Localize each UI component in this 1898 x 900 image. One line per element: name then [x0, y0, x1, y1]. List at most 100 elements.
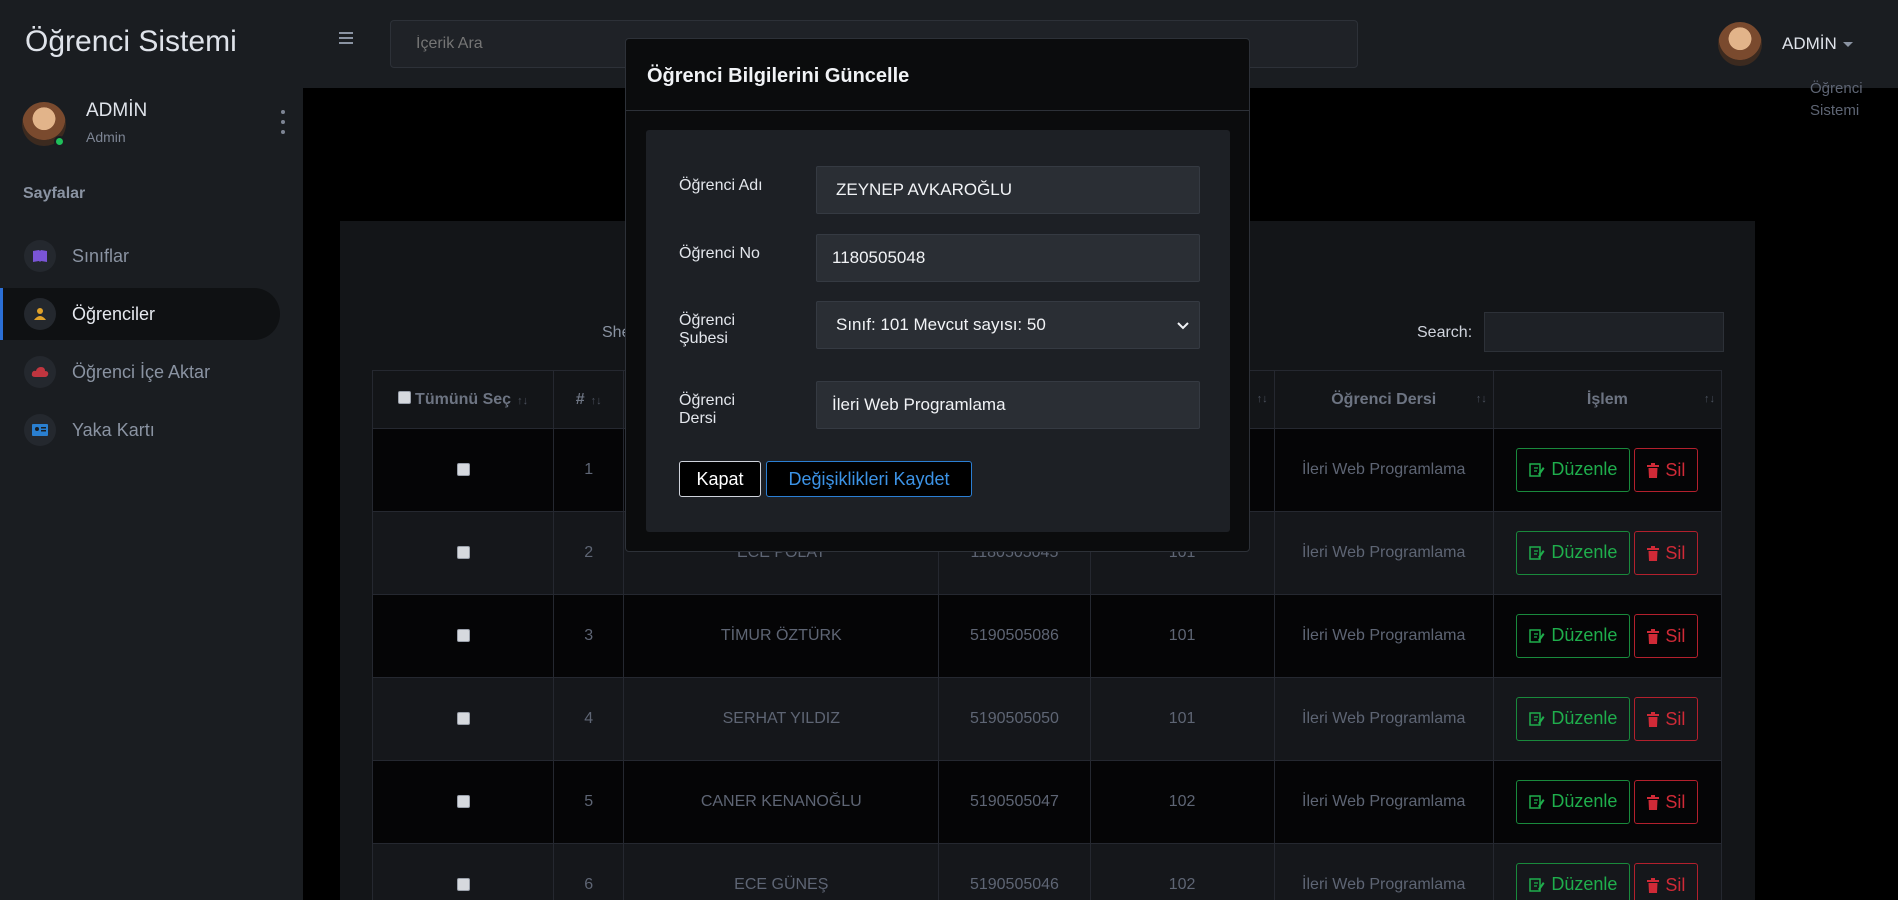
- sidebar-nav: Sınıflar Öğrenciler Öğrenci İçe Aktar Ya…: [0, 230, 303, 462]
- student-name-label: Öğrenci Adı: [679, 177, 763, 194]
- trash-icon: [1647, 628, 1660, 644]
- select-all-checkbox[interactable]: [398, 390, 412, 404]
- delete-button[interactable]: Sil: [1634, 614, 1699, 659]
- edit-button[interactable]: Düzenle: [1516, 447, 1631, 492]
- sidebar-item-badge[interactable]: Yaka Kartı: [0, 404, 280, 456]
- row-select-cell: [371, 677, 555, 761]
- trash-icon: [1647, 462, 1660, 478]
- table-search-input[interactable]: [1484, 312, 1724, 352]
- sidebar-item-label: Sınıflar: [72, 245, 130, 266]
- row-number: 5: [553, 760, 625, 844]
- edit-button[interactable]: Düzenle: [1516, 613, 1631, 658]
- table-row: 5 CANER KENANOĞLU 5190505047 102 İleri Web P…: [371, 760, 1723, 844]
- sort-icon[interactable]: ↑↓: [591, 395, 602, 407]
- row-actions: Düzenle Sil: [1492, 511, 1723, 595]
- sidebar-section-title: Sayfalar: [23, 185, 86, 202]
- row-select-cell: [371, 760, 555, 844]
- edit-icon: [1529, 546, 1545, 560]
- trash-icon: [1647, 794, 1660, 810]
- row-student-no: 5190505047: [938, 760, 1091, 844]
- row-course: İleri Web Programlama: [1273, 760, 1494, 844]
- close-button[interactable]: Kapat: [679, 461, 761, 497]
- chevron-down-icon: [1177, 315, 1189, 335]
- sidebar-user-role: Admin: [86, 129, 126, 145]
- delete-button[interactable]: Sil: [1634, 531, 1699, 576]
- delete-button[interactable]: Sil: [1634, 780, 1699, 825]
- column-header-number[interactable]: # ↑↓: [553, 370, 625, 429]
- sort-icon[interactable]: ↑↓: [517, 395, 528, 407]
- sidebar-item-import[interactable]: Öğrenci İçe Aktar: [0, 346, 280, 398]
- sort-icon[interactable]: ↑↓: [1257, 393, 1268, 405]
- edit-button[interactable]: Düzenle: [1516, 779, 1631, 824]
- row-checkbox[interactable]: [456, 878, 470, 892]
- column-header-select-all[interactable]: Tümünü Seç ↑↓: [371, 370, 555, 429]
- delete-label: Sil: [1665, 459, 1686, 480]
- row-student-name: SERHAT YILDIZ: [623, 677, 940, 761]
- delete-button[interactable]: Sil: [1634, 863, 1699, 900]
- id-card-icon: [24, 414, 56, 446]
- row-student-no: 5190505050: [938, 677, 1091, 761]
- row-class: 101: [1089, 677, 1275, 761]
- more-options-icon[interactable]: [280, 110, 286, 134]
- sidebar-item-classes[interactable]: Sınıflar: [0, 230, 280, 282]
- row-actions: Düzenle Sil: [1492, 760, 1723, 844]
- row-checkbox[interactable]: [456, 712, 470, 726]
- row-actions: Düzenle Sil: [1492, 594, 1723, 678]
- edit-button[interactable]: Düzenle: [1516, 530, 1631, 575]
- student-branch-value: Sınıf: 101 Mevcut sayısı: 50: [836, 315, 1046, 334]
- delete-button[interactable]: Sil: [1634, 448, 1699, 493]
- row-select-cell: [371, 843, 555, 900]
- student-name-field[interactable]: ZEYNEP AVKAROĞLU: [816, 166, 1200, 214]
- modal-divider: [626, 110, 1249, 111]
- row-student-no: 5190505046: [938, 843, 1091, 900]
- row-student-name: ECE GÜNEŞ: [623, 843, 940, 900]
- edit-icon: [1529, 463, 1545, 477]
- student-course-field[interactable]: İleri Web Programlama: [816, 381, 1200, 429]
- breadcrumb: Öğrenci Sistemi: [1810, 78, 1880, 122]
- delete-button[interactable]: Sil: [1634, 697, 1699, 742]
- row-select-cell: [371, 428, 555, 512]
- delete-label: Sil: [1665, 625, 1686, 646]
- sidebar-user-card: ADMİN Admin: [22, 100, 285, 148]
- row-select-cell: [371, 511, 555, 595]
- column-header-course[interactable]: Öğrenci Dersi ↑↓: [1273, 370, 1494, 429]
- header-user-menu[interactable]: ADMİN: [1782, 34, 1853, 54]
- app-title[interactable]: Öğrenci Sistemi: [25, 25, 237, 59]
- trash-icon: [1647, 545, 1660, 561]
- header-avatar[interactable]: [1718, 22, 1762, 66]
- edit-icon: [1529, 795, 1545, 809]
- column-header-action[interactable]: İşlem ↑↓: [1492, 370, 1723, 429]
- sort-icon[interactable]: ↑↓: [1704, 393, 1715, 405]
- row-checkbox[interactable]: [456, 463, 470, 477]
- edit-button[interactable]: Düzenle: [1516, 696, 1631, 741]
- save-changes-button[interactable]: Değişiklikleri Kaydet: [766, 461, 972, 497]
- student-branch-select[interactable]: Sınıf: 101 Mevcut sayısı: 50: [816, 301, 1200, 349]
- row-actions: Düzenle Sil: [1492, 428, 1723, 512]
- row-number: 1: [553, 428, 625, 512]
- edit-label: Düzenle: [1551, 542, 1618, 563]
- sidebar-item-label: Öğrenciler: [72, 303, 156, 324]
- row-class: 102: [1089, 843, 1275, 900]
- row-checkbox[interactable]: [456, 629, 470, 643]
- edit-label: Düzenle: [1551, 874, 1618, 895]
- menu-toggle-icon[interactable]: [339, 32, 353, 44]
- student-branch-label: Öğrenci Şubesi: [679, 312, 736, 347]
- row-course: İleri Web Programlama: [1273, 843, 1494, 900]
- edit-button[interactable]: Düzenle: [1516, 862, 1631, 900]
- edit-label: Düzenle: [1551, 791, 1618, 812]
- update-student-modal: Öğrenci Bilgilerini Güncelle Öğrenci Adı…: [625, 38, 1250, 552]
- delete-label: Sil: [1665, 542, 1686, 563]
- row-checkbox[interactable]: [456, 795, 470, 809]
- breadcrumb-line: Öğrenci: [1810, 80, 1863, 97]
- sidebar: Öğrenci Sistemi ADMİN Admin Sayfalar Sın…: [0, 0, 303, 900]
- row-checkbox[interactable]: [456, 546, 470, 560]
- student-no-field[interactable]: 1180505048: [816, 234, 1200, 282]
- row-actions: Düzenle Sil: [1492, 843, 1723, 900]
- row-class: 102: [1089, 760, 1275, 844]
- delete-label: Sil: [1665, 708, 1686, 729]
- row-select-cell: [371, 594, 555, 678]
- row-actions: Düzenle Sil: [1492, 677, 1723, 761]
- sidebar-item-students[interactable]: Öğrenciler: [0, 288, 280, 340]
- sidebar-user-name: ADMİN: [86, 100, 148, 121]
- sort-icon[interactable]: ↑↓: [1476, 393, 1487, 405]
